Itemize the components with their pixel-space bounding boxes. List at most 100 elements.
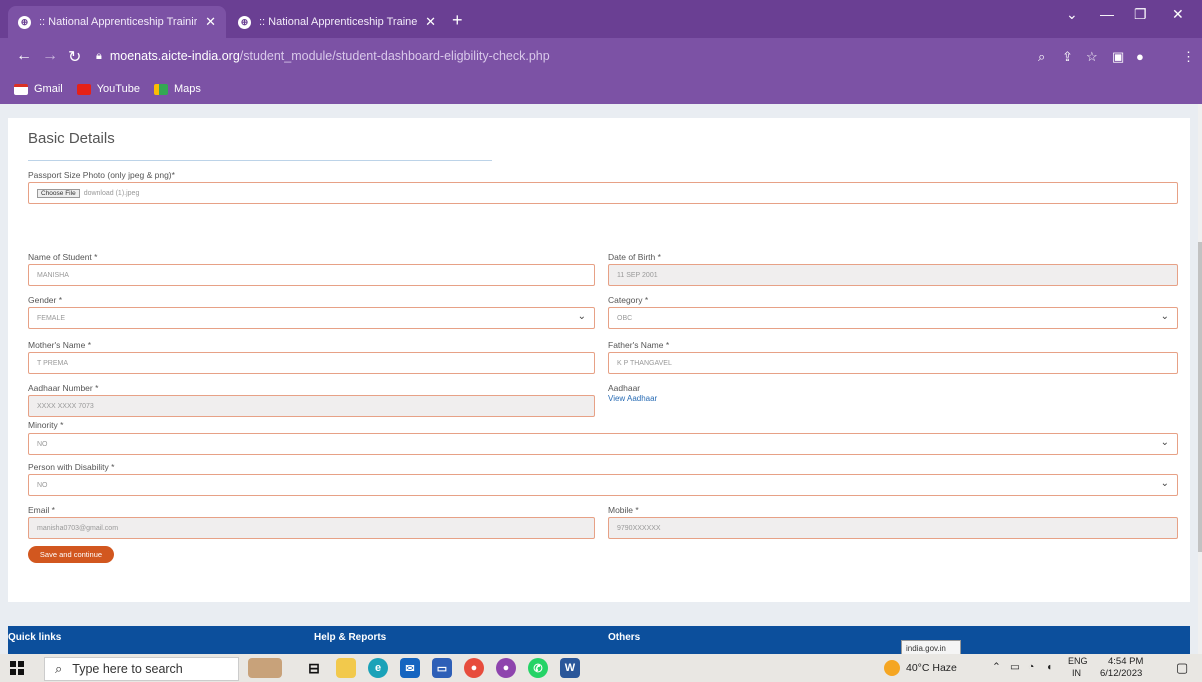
bookmark-youtube[interactable]: YouTube [76, 83, 140, 95]
minority-value: NO [37, 440, 48, 448]
title-underline [28, 160, 492, 161]
taskbar-search[interactable]: ⌕ Type here to search [44, 657, 239, 681]
email-label: Email * [28, 505, 55, 515]
aadhaar-number-input[interactable]: XXXX XXXX 7073 [28, 395, 595, 417]
address-bar-row: ← → ↻ 🔒︎ moenats.aicte-india.org/student… [0, 38, 1202, 74]
dob-label: Date of Birth * [608, 252, 661, 262]
minority-label: Minority * [28, 420, 64, 430]
tab-search-icon[interactable]: ⌄ [1066, 6, 1078, 23]
page-scrollbar[interactable] [1198, 104, 1202, 654]
bookmark-star-icon[interactable]: ☆ [1086, 49, 1098, 65]
sidepanel-icon[interactable]: ▣ [1112, 49, 1124, 65]
photo-file-input[interactable]: Choose File download (1).jpeg [28, 182, 1178, 204]
mother-name-input[interactable]: T PREMA [28, 352, 595, 374]
search-icon: ⌕ [55, 661, 63, 676]
share-icon[interactable]: ⇪ [1062, 49, 1073, 65]
clock-date[interactable]: 6/12/2023 [1100, 668, 1142, 679]
site-footer: Quick links Help & Reports Others [8, 626, 1190, 654]
tray-chevron-icon[interactable]: ⌃ [992, 661, 1001, 673]
mobile-label: Mobile * [608, 505, 639, 515]
maps-icon [153, 83, 168, 95]
bookmark-label: Gmail [34, 83, 63, 95]
url-bar[interactable]: 🔒︎ moenats.aicte-india.org/student_modul… [96, 44, 1001, 68]
view-aadhaar-link[interactable]: View Aadhaar [608, 394, 657, 403]
cat-widget-icon[interactable] [248, 658, 282, 678]
windows-start-icon[interactable] [10, 661, 24, 675]
task-view-icon[interactable]: ⊟ [304, 658, 324, 678]
zoom-icon[interactable]: ⌕ [1038, 49, 1045, 65]
bookmark-maps[interactable]: Maps [153, 83, 201, 95]
weather-sun-icon[interactable] [884, 660, 900, 676]
scrollbar-thumb[interactable] [1198, 242, 1202, 552]
name-input[interactable]: MANISHA [28, 264, 595, 286]
tab-title: :: National Apprenticeship Trainir [39, 16, 198, 28]
dob-input[interactable]: 11 SEP 2001 [608, 264, 1178, 286]
edge-icon[interactable]: e [368, 658, 388, 678]
tab-title: :: National Apprenticeship Traine [259, 16, 418, 28]
bookmark-label: YouTube [96, 83, 140, 95]
chevron-down-icon: ⌄ [1160, 311, 1169, 322]
bookmark-label: Maps [173, 83, 201, 95]
profile-avatar-icon[interactable]: ● [1136, 49, 1144, 64]
mail-icon[interactable]: ✉ [400, 658, 420, 678]
disability-value: NO [37, 481, 48, 489]
reload-icon[interactable]: ↻ [68, 47, 81, 67]
store-icon[interactable]: ▭ [432, 658, 452, 678]
page-content: Basic Details Passport Size Photo (only … [0, 104, 1198, 656]
minority-select[interactable]: NO ⌄ [28, 433, 1178, 455]
browser-tab-1[interactable]: ⊕ :: National Apprenticeship Trainir ✕ [8, 6, 226, 38]
save-and-continue-button[interactable]: Save and continue [28, 546, 114, 563]
url-host: moenats.aicte-india.org [109, 49, 240, 63]
category-label: Category * [608, 295, 649, 305]
close-window-icon[interactable]: ✕ [1172, 6, 1184, 23]
name-label: Name of Student * [28, 252, 98, 262]
father-label: Father's Name * [608, 340, 670, 350]
whatsapp-icon[interactable]: ✆ [528, 658, 548, 678]
word-icon[interactable]: W [560, 658, 580, 678]
browser-tab-2[interactable]: ⊕ :: National Apprenticeship Traine ✕ [228, 6, 446, 38]
gender-label: Gender * [28, 295, 63, 305]
volume-icon[interactable]: ◖ [1046, 661, 1052, 673]
language-code[interactable]: ENG [1068, 656, 1088, 666]
close-tab-icon[interactable]: ✕ [205, 14, 216, 30]
bookmarks-bar: Gmail YouTube Maps [0, 74, 1202, 104]
windows-taskbar: ⌕ Type here to search ⊟ e ✉ ▭ ● ● ✆ W 40… [0, 654, 1202, 682]
file-explorer-icon[interactable] [336, 658, 356, 678]
browser-tab-bar: ⊕ :: National Apprenticeship Trainir ✕ ⊕… [0, 0, 1202, 38]
network-icon[interactable]: ◔ [1028, 661, 1034, 673]
aadhaar-label: Aadhaar [608, 383, 641, 393]
forward-icon[interactable]: → [42, 47, 58, 65]
bookmark-gmail[interactable]: Gmail [14, 83, 63, 95]
chrome-profile-icon[interactable]: ● [496, 658, 516, 678]
aadhaar-number-label: Aadhaar Number * [28, 383, 99, 393]
choose-file-button[interactable]: Choose File [37, 188, 80, 198]
disability-select[interactable]: NO ⌄ [28, 474, 1178, 496]
mobile-input[interactable]: 9790XXXXXX [608, 517, 1178, 539]
battery-icon[interactable]: ▭ [1010, 661, 1020, 673]
category-select[interactable]: OBC ⌄ [608, 307, 1178, 329]
globe-icon: ⊕ [18, 15, 31, 29]
globe-icon: ⊕ [238, 15, 251, 29]
category-value: OBC [617, 314, 633, 322]
notification-icon[interactable]: ▢ [1176, 660, 1188, 676]
close-tab-icon[interactable]: ✕ [425, 14, 436, 30]
clock-time[interactable]: 4:54 PM [1108, 656, 1143, 667]
chevron-down-icon: ⌄ [577, 311, 586, 322]
back-icon[interactable]: ← [16, 47, 32, 65]
photo-label: Passport Size Photo (only jpeg & png)* [28, 170, 175, 180]
weather-text[interactable]: 40°C Haze [906, 662, 957, 674]
email-input[interactable]: manisha0703@gmail.com [28, 517, 595, 539]
youtube-icon [76, 83, 91, 95]
menu-dots-icon[interactable]: ⋮ [1182, 49, 1195, 65]
gender-select[interactable]: FEMALE ⌄ [28, 307, 595, 329]
chrome-icon[interactable]: ● [464, 658, 484, 678]
quick-links-heading: Quick links [8, 632, 62, 643]
lock-icon: 🔒︎ [96, 49, 102, 62]
disability-label: Person with Disability * [28, 462, 115, 472]
minimize-icon[interactable]: — [1100, 6, 1114, 22]
chevron-down-icon: ⌄ [1160, 437, 1169, 448]
maximize-icon[interactable]: ❐ [1134, 6, 1147, 23]
new-tab-icon[interactable]: + [452, 10, 463, 31]
region-code[interactable]: IN [1072, 668, 1081, 678]
father-name-input[interactable]: K P THANGAVEL [608, 352, 1178, 374]
